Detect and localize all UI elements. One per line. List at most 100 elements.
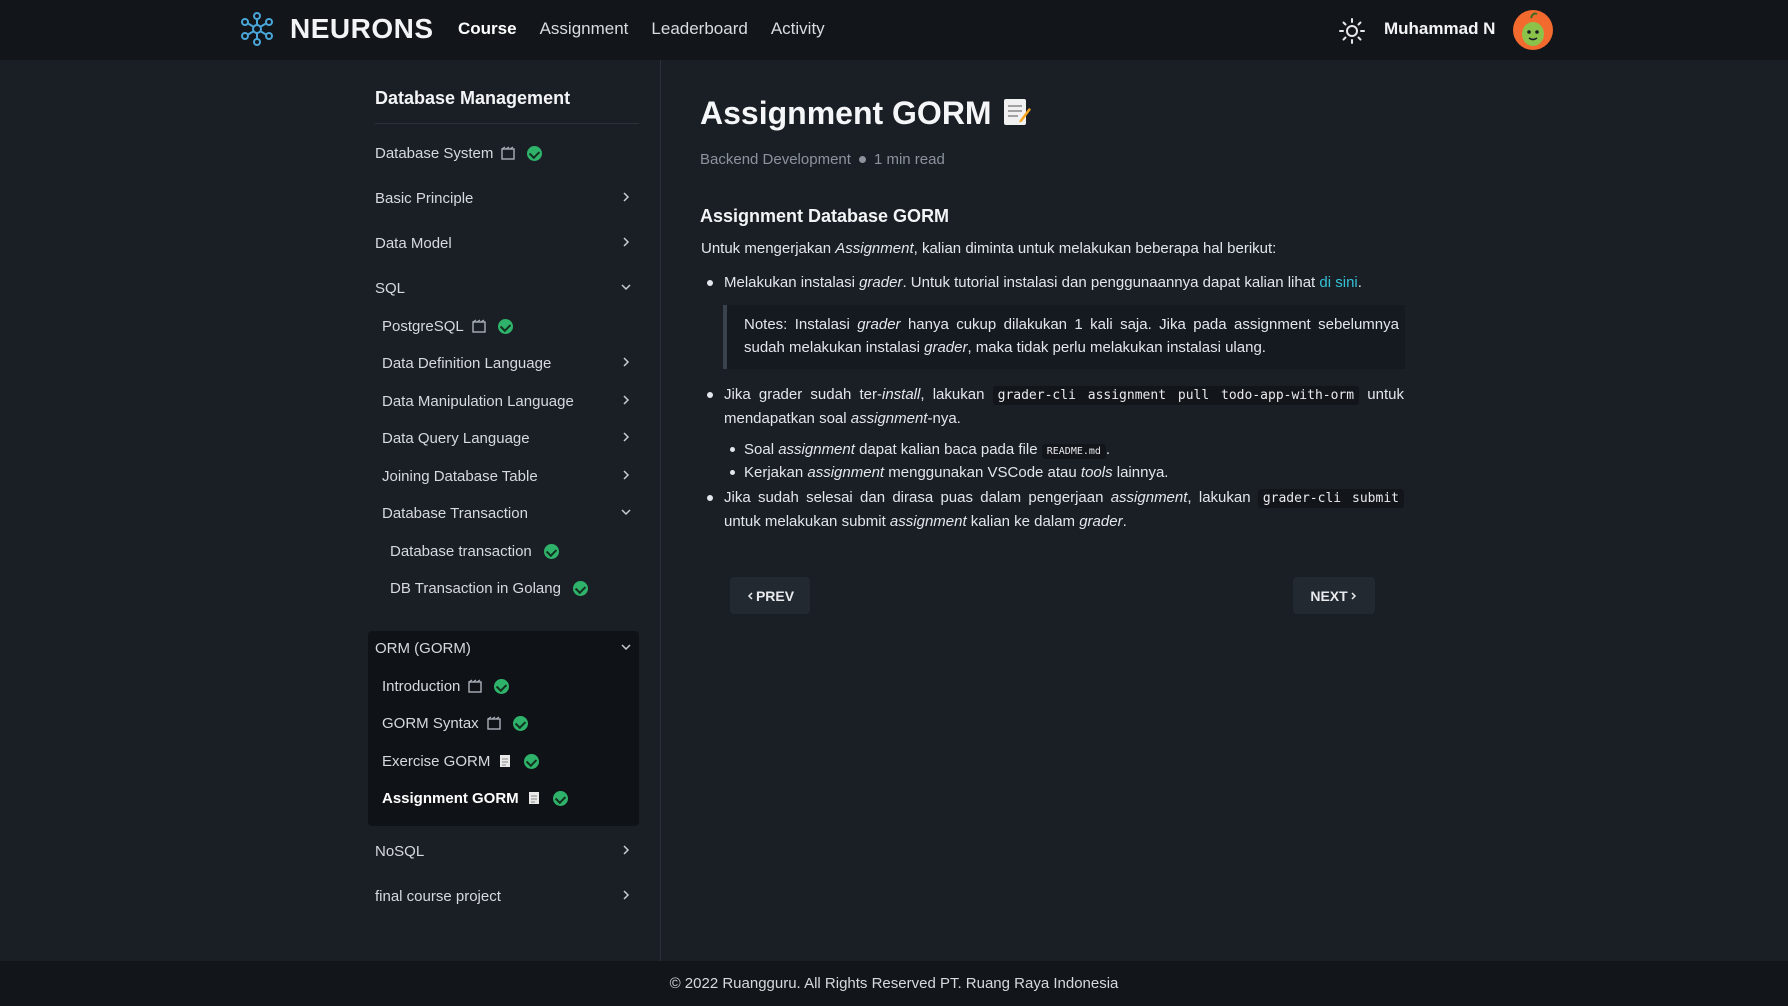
list-item: Melakukan instalasi grader. Untuk tutori… (707, 271, 1404, 294)
chevron-left-icon (747, 591, 753, 600)
sidebar-item-database-system[interactable]: Database System (375, 139, 633, 167)
pull-command[interactable]: grader-cli assignment pull todo-app-with… (992, 386, 1360, 405)
avatar-face-icon (1522, 12, 1544, 46)
sidebar-item-db-transaction-group[interactable]: Database Transaction (382, 499, 633, 527)
sidebar-item-label: PostgreSQL (382, 317, 464, 335)
next-button[interactable]: NEXT (1293, 577, 1375, 614)
check-icon (497, 318, 513, 334)
tutorial-link[interactable]: di sini (1319, 274, 1357, 291)
sidebar-item-label: DB Transaction in Golang (390, 579, 561, 597)
sidebar-item-label: Data Model (375, 234, 452, 252)
footer: © 2022 Ruangguru. All Rights Reserved PT… (0, 961, 1788, 1006)
brand-name: NEURONS (290, 13, 434, 44)
prev-label: PREV (755, 587, 795, 604)
meta-separator (858, 156, 866, 163)
nav-course[interactable]: Course (458, 19, 517, 39)
sidebar-item-label: Database System (375, 144, 494, 162)
chevron-right-icon (1351, 591, 1356, 600)
check-icon (494, 678, 510, 694)
video-icon (472, 319, 486, 333)
chevron-right-icon (623, 845, 630, 855)
memo-icon (528, 792, 539, 804)
memo-icon (500, 755, 511, 767)
sidebar-item-label: Joining Database Table (382, 467, 538, 485)
chevron-right-icon (623, 192, 630, 202)
sidebar-item-dml[interactable]: Data Manipulation Language (382, 387, 633, 415)
sidebar-item-data-model[interactable]: Data Model (375, 229, 633, 257)
read-time: 1 min read (873, 151, 945, 168)
sidebar-item-db-transaction[interactable]: Database transaction (390, 537, 633, 565)
sidebar-item-dql[interactable]: Data Query Language (382, 424, 633, 452)
sidebar-item-label: SQL (375, 279, 406, 297)
sidebar-item-orm[interactable]: ORM (GORM) (375, 634, 633, 662)
nav-leaderboard[interactable]: Leaderboard (651, 19, 747, 39)
sidebar-item-sql[interactable]: SQL (375, 274, 633, 302)
list-item: Jika grader sudah ter-install, lakukan g… (707, 383, 1404, 430)
category-label: Backend Development (700, 151, 851, 168)
sidebar-item-label: final course project (375, 887, 501, 905)
sidebar-item-joining[interactable]: Joining Database Table (382, 462, 633, 490)
sidebar-item-label: GORM Syntax (382, 714, 479, 732)
nav-activity[interactable]: Activity (771, 19, 825, 39)
sidebar-item-gorm-syntax[interactable]: GORM Syntax (382, 709, 633, 737)
sidebar-item-label: Database Transaction (382, 504, 528, 522)
section-heading: Assignment Database GORM (700, 206, 950, 226)
sidebar-item-label: Database transaction (390, 542, 532, 560)
nav-assignment[interactable]: Assignment (540, 19, 629, 39)
sidebar-item-introduction[interactable]: Introduction (382, 672, 633, 700)
chevron-right-icon (623, 432, 630, 442)
sidebar-item-label: Data Manipulation Language (382, 392, 574, 410)
sidebar-item-label: NoSQL (375, 842, 425, 860)
sidebar-item-label: Data Definition Language (382, 354, 552, 372)
chevron-down-icon (621, 284, 631, 291)
chevron-right-icon (623, 470, 630, 480)
chevron-right-icon (623, 237, 630, 247)
sidebar-item-label: Data Query Language (382, 429, 530, 447)
sun-icon[interactable] (1338, 17, 1366, 45)
course-sidebar: Database Management Database System Basi… (368, 60, 661, 961)
notes-blockquote: Notes: Instalasi grader hanya cukup dila… (723, 305, 1405, 369)
top-navbar: NEURONS Course Assignment Leaderboard Ac… (0, 0, 1788, 60)
readme-filename: README.md (1041, 444, 1106, 459)
chevron-right-icon (623, 357, 630, 367)
list-item: Soal assignment dapat kalian baca pada f… (730, 438, 1404, 463)
check-icon (543, 543, 559, 559)
list-item: Jika sudah selesai dan dirasa puas dalam… (707, 486, 1404, 533)
sidebar-item-nosql[interactable]: NoSQL (375, 837, 633, 865)
sidebar-item-label: Exercise GORM (382, 752, 491, 770)
sidebar-item-final-project[interactable]: final course project (375, 882, 633, 910)
check-icon (552, 790, 568, 806)
sidebar-item-label: Introduction (382, 677, 461, 695)
video-icon (468, 679, 483, 693)
check-icon (527, 145, 543, 161)
neurons-logo-icon (241, 12, 273, 46)
sidebar-item-label: ORM (GORM) (375, 639, 471, 657)
check-icon (512, 715, 528, 731)
check-icon (572, 580, 588, 596)
page-title-text: Assignment GORM (700, 95, 992, 131)
main-nav: Course Assignment Leaderboard Activity (458, 19, 848, 39)
brand[interactable]: NEURONS (238, 10, 434, 48)
next-label: NEXT (1310, 587, 1348, 604)
sidebar-item-assignment-gorm[interactable]: Assignment GORM (382, 784, 633, 812)
sidebar-item-exercise-gorm[interactable]: Exercise GORM (382, 747, 633, 775)
chevron-down-icon (621, 644, 631, 651)
intro-paragraph: Untuk mengerjakan Assignment, kalian dim… (701, 240, 1277, 257)
copyright-text: © 2022 Ruangguru. All Rights Reserved PT… (669, 975, 1119, 992)
prev-button[interactable]: PREV (730, 577, 810, 614)
memo-icon (1003, 99, 1031, 125)
video-icon (501, 146, 516, 160)
sidebar-title: Database Management (375, 88, 639, 124)
sidebar-item-postgresql[interactable]: PostgreSQL (382, 312, 633, 340)
sidebar-item-label: Basic Principle (375, 189, 474, 207)
sidebar-item-ddl[interactable]: Data Definition Language (382, 349, 633, 377)
avatar[interactable] (1513, 10, 1553, 50)
lesson-meta: Backend Development 1 min read (700, 151, 945, 168)
check-icon (524, 753, 540, 769)
chevron-right-icon (623, 890, 630, 900)
sidebar-item-label: Assignment GORM (382, 789, 519, 807)
sidebar-item-db-transaction-golang[interactable]: DB Transaction in Golang (390, 574, 633, 602)
user-name[interactable]: Muhammad N (1384, 19, 1495, 39)
submit-command[interactable]: grader-cli submit (1257, 489, 1404, 508)
sidebar-item-basic-principle[interactable]: Basic Principle (375, 184, 633, 212)
